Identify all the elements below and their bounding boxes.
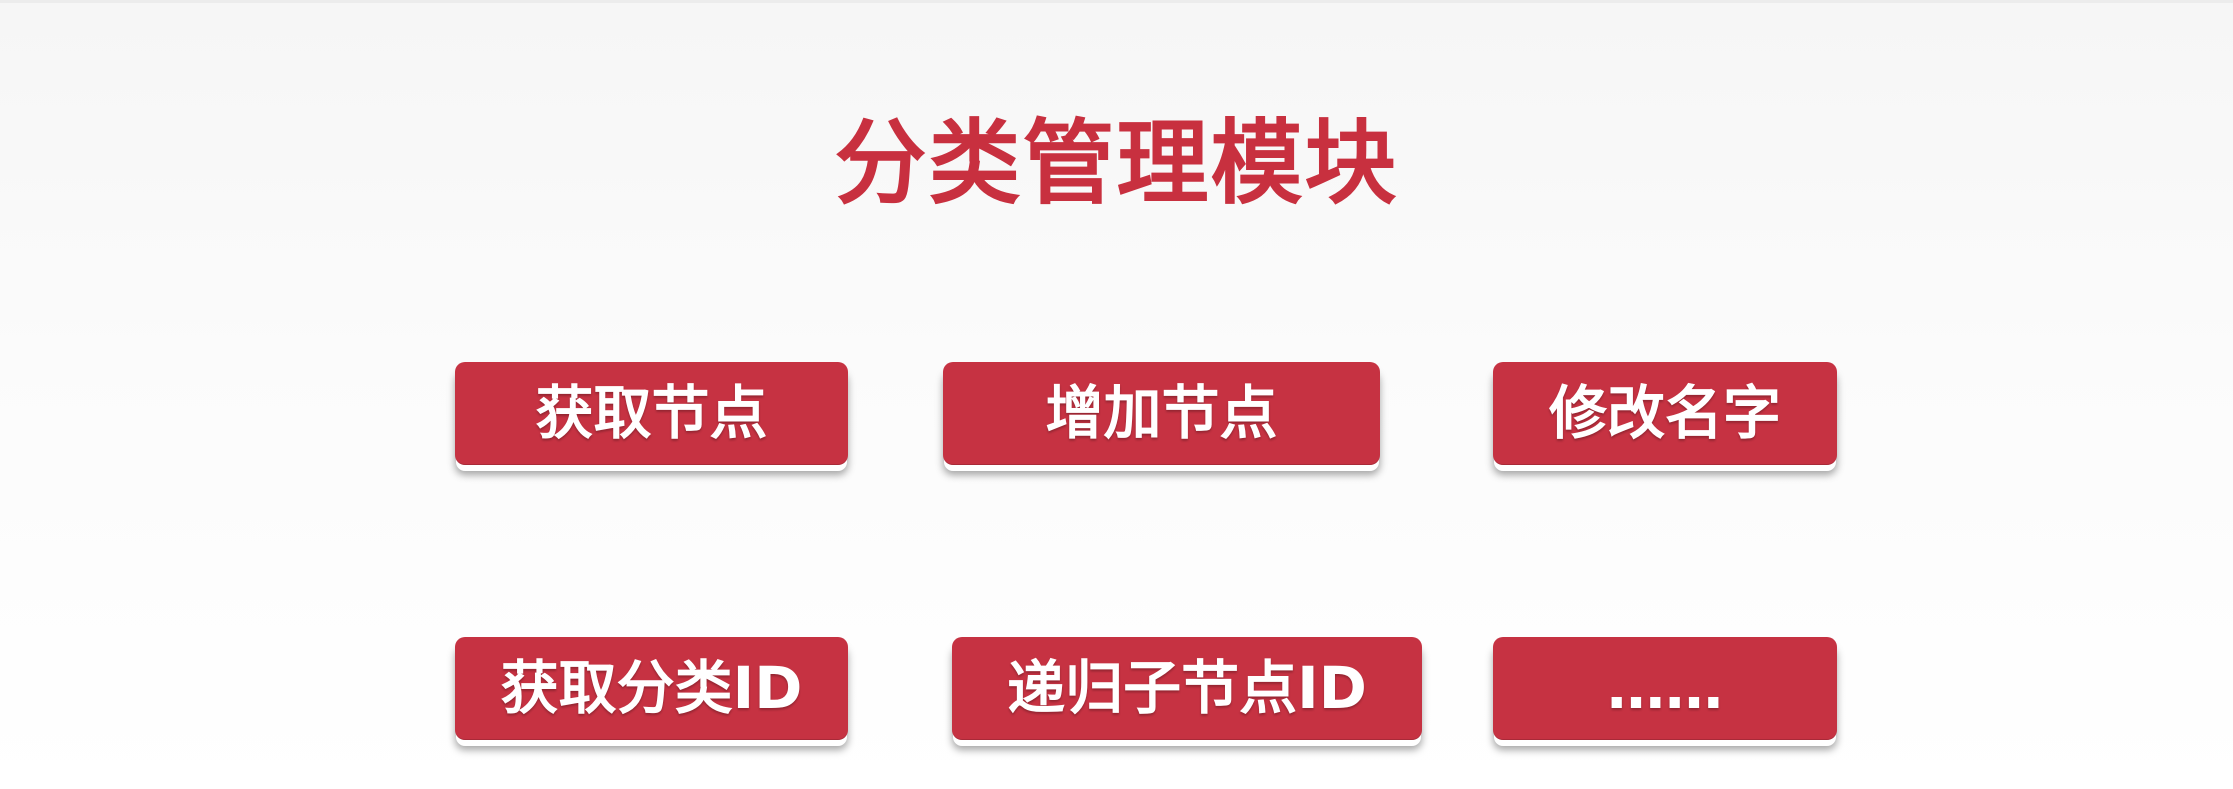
- module-item-more[interactable]: ……: [1493, 637, 1837, 740]
- module-item-recursive-child-ids[interactable]: 递归子节点ID: [952, 637, 1422, 740]
- module-item-rename[interactable]: 修改名字: [1493, 362, 1837, 465]
- module-item-label: 获取节点: [535, 379, 768, 447]
- module-item-get-category-id[interactable]: 获取分类ID: [455, 637, 848, 740]
- module-item-label: 获取分类ID: [500, 654, 803, 722]
- module-item-add-node[interactable]: 增加节点: [943, 362, 1380, 465]
- module-item-get-node[interactable]: 获取节点: [455, 362, 848, 465]
- page-title: 分类管理模块: [834, 110, 1399, 217]
- module-item-label: 增加节点: [1045, 379, 1278, 447]
- module-item-label: 修改名字: [1548, 379, 1781, 447]
- module-item-label: ……: [1607, 654, 1723, 722]
- top-divider: [0, 0, 2233, 3]
- module-item-label: 递归子节点ID: [1007, 654, 1367, 722]
